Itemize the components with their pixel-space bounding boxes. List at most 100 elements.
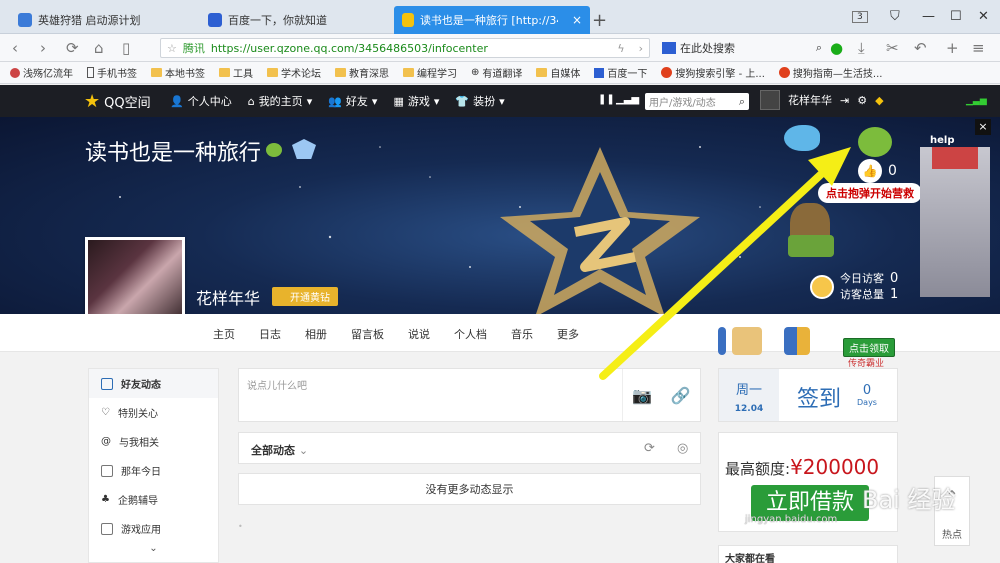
bookmark-label: 浅殇亿流年 xyxy=(23,69,73,80)
profile-nickname[interactable]: 花样年华 xyxy=(196,285,260,309)
maximize-button[interactable]: ☐ xyxy=(950,9,962,24)
bookmark-item[interactable]: 本地书签 xyxy=(151,65,205,80)
tab-guestbook[interactable]: 留言板 xyxy=(351,326,384,342)
shirt-skin-icon[interactable]: ⛉ xyxy=(890,9,900,24)
phone-icon xyxy=(87,67,94,78)
like-count: 0 xyxy=(888,163,897,179)
browser-search[interactable]: 在此处搜索 ⌕ xyxy=(662,38,822,58)
forward-arrow-icon[interactable]: › xyxy=(40,39,46,57)
browser-tab-2[interactable]: 百度一下，你就知道 xyxy=(200,6,390,34)
settings-gear-icon[interactable]: ⚙ xyxy=(857,94,867,107)
search-placeholder[interactable]: 在此处搜索 xyxy=(680,40,735,56)
link-icon[interactable]: 🔗 xyxy=(671,386,691,405)
post-placeholder[interactable]: 说点儿什么吧 xyxy=(247,377,307,392)
undo-icon[interactable]: ↶ xyxy=(914,39,927,57)
like-counter[interactable]: 👍 0 xyxy=(858,159,897,183)
qzone-search-input[interactable]: 用户/游戏/动态 ⌕ xyxy=(645,93,749,110)
tab-count-badge[interactable]: 3 xyxy=(852,11,868,23)
minimize-button[interactable]: — xyxy=(922,9,935,24)
help-label[interactable]: help xyxy=(930,135,955,146)
post-tools: 📷 🔗 xyxy=(622,369,700,421)
banner-close-button[interactable]: × xyxy=(975,119,991,135)
shark-character-icon xyxy=(784,125,820,151)
search-engine-icon[interactable] xyxy=(662,42,676,54)
bookmark-item[interactable]: 自媒体 xyxy=(536,65,580,80)
folder-icon xyxy=(267,68,278,77)
ad-limit: 最高额度:¥200000 xyxy=(725,455,879,479)
nav-decorate[interactable]: 👕 装扮 ▾ xyxy=(455,93,504,109)
signal-bars-icon[interactable]: ▁▃▅ xyxy=(616,94,639,105)
home-icon[interactable]: ⌂ xyxy=(94,39,104,57)
folder-icon xyxy=(536,68,548,77)
close-tab-icon[interactable]: × xyxy=(572,13,582,27)
refresh-icon[interactable]: ⟳ xyxy=(66,39,79,57)
bookmark-item[interactable]: 搜狗指南—生活技... xyxy=(778,65,882,80)
nav-friends[interactable]: 👥 好友 ▾ xyxy=(328,93,377,109)
claim-prize-button[interactable]: 点击领取 xyxy=(843,338,895,357)
browser-tab-1[interactable]: 英雄狩猎 启动源计划 xyxy=(10,6,200,34)
wechat-icon[interactable]: ● xyxy=(830,39,843,57)
menu-icon[interactable]: ≡ xyxy=(972,39,985,57)
feed-filter-dropdown[interactable]: 全部动态 ⌄ xyxy=(251,442,308,458)
settings-target-icon[interactable]: ◎ xyxy=(677,441,688,456)
visitors-today-label: 今日访客 xyxy=(840,272,884,285)
qzone-logo[interactable]: ★ QQ空间 xyxy=(84,91,151,112)
bookmark-item[interactable]: 浅殇亿流年 xyxy=(10,65,73,80)
nav-games[interactable]: ▦ 游戏 ▾ xyxy=(393,93,439,109)
username[interactable]: 花样年华 xyxy=(788,92,832,108)
bookmark-item[interactable]: 教育深思 xyxy=(335,65,389,80)
bookmark-item[interactable]: 百度一下 xyxy=(594,65,647,80)
reader-book-icon[interactable]: ▯ xyxy=(122,39,130,57)
download-icon[interactable]: ⤓ xyxy=(858,39,865,57)
sign-in-button[interactable]: 签到 xyxy=(797,381,841,413)
sidebar-item-special-care[interactable]: ♡ 特别关心 xyxy=(89,398,218,427)
lightning-icon[interactable]: ϟ xyxy=(617,42,624,55)
refresh-icon[interactable]: ⟳ xyxy=(644,441,655,456)
bookmark-item[interactable]: 搜狗搜索引擎 - 上... xyxy=(661,65,765,80)
tab-shuoshuo[interactable]: 说说 xyxy=(408,326,430,342)
chevron-right-icon[interactable]: › xyxy=(639,42,643,55)
leaf-badge-icon[interactable] xyxy=(266,143,282,157)
bookmark-item[interactable]: 工具 xyxy=(219,65,253,80)
sign-in-days: 0 Days xyxy=(857,383,877,407)
nav-label: 游戏 xyxy=(407,95,430,108)
window-close-button[interactable]: ✕ xyxy=(978,9,989,24)
add-icon[interactable]: + xyxy=(946,39,959,57)
rescue-game-label[interactable]: 点击抱弹开始营救 xyxy=(818,183,922,203)
bookmark-item[interactable]: 学术论坛 xyxy=(267,65,321,80)
bookmark-item[interactable]: ⊕ 有道翻译 xyxy=(471,65,522,80)
scissors-icon[interactable]: ✂ xyxy=(886,39,899,57)
back-arrow-icon[interactable]: ‹ xyxy=(12,39,18,57)
tab-album[interactable]: 相册 xyxy=(305,326,327,342)
nav-personal-center[interactable]: 👤 个人中心 xyxy=(170,93,232,109)
status-post-box[interactable]: 说点儿什么吧 📷 🔗 xyxy=(238,368,701,422)
bookmark-item[interactable]: 编程学习 xyxy=(403,65,457,80)
sidebar-item-related[interactable]: @ 与我相关 xyxy=(89,427,218,456)
sidebar-expand-chevron-icon[interactable]: ⌄ xyxy=(89,543,218,559)
tab-profile[interactable]: 个人档 xyxy=(454,326,487,342)
sidebar-item-tutoring[interactable]: ♣ 企鹅辅导 xyxy=(89,485,218,514)
address-bar[interactable]: ☆ 腾讯 https://user.qzone.qq.com/345648650… xyxy=(160,38,650,58)
pause-icon[interactable]: ❚❚ xyxy=(598,94,615,105)
yellow-diamond-icon[interactable]: ◆ xyxy=(875,94,883,107)
sidebar-item-on-this-day[interactable]: 那年今日 xyxy=(89,456,218,485)
sidebar-item-friend-feed[interactable]: 好友动态 xyxy=(89,369,218,398)
new-tab-button[interactable]: + xyxy=(592,10,607,31)
camera-icon[interactable]: 📷 xyxy=(632,386,652,405)
url-text[interactable]: https://user.qzone.qq.com/3456486503/inf… xyxy=(211,42,488,55)
bookmark-star-icon[interactable]: ☆ xyxy=(167,42,177,55)
search-icon[interactable]: ⌕ xyxy=(816,41,822,55)
user-avatar-thumb[interactable] xyxy=(760,90,780,110)
tab-music[interactable]: 音乐 xyxy=(511,326,533,342)
browser-tab-3-active[interactable]: 读书也是一种旅行 [http://34564865 × xyxy=(394,6,590,34)
tab-blog[interactable]: 日志 xyxy=(259,326,281,342)
baidu-paw-icon xyxy=(208,13,222,27)
nav-my-home[interactable]: ⌂ 我的主页 ▾ xyxy=(248,93,313,109)
search-icon[interactable]: ⌕ xyxy=(739,95,745,109)
bookmark-item[interactable]: 手机书签 xyxy=(87,65,137,80)
logout-icon[interactable]: ⇥ xyxy=(840,94,849,107)
sidebar-item-game-apps[interactable]: 游戏应用 xyxy=(89,514,218,543)
tab-home[interactable]: 主页 xyxy=(213,326,235,342)
tab-more[interactable]: 更多 xyxy=(557,326,579,342)
open-yellow-diamond-button[interactable]: 开通黄钻 xyxy=(272,287,338,306)
